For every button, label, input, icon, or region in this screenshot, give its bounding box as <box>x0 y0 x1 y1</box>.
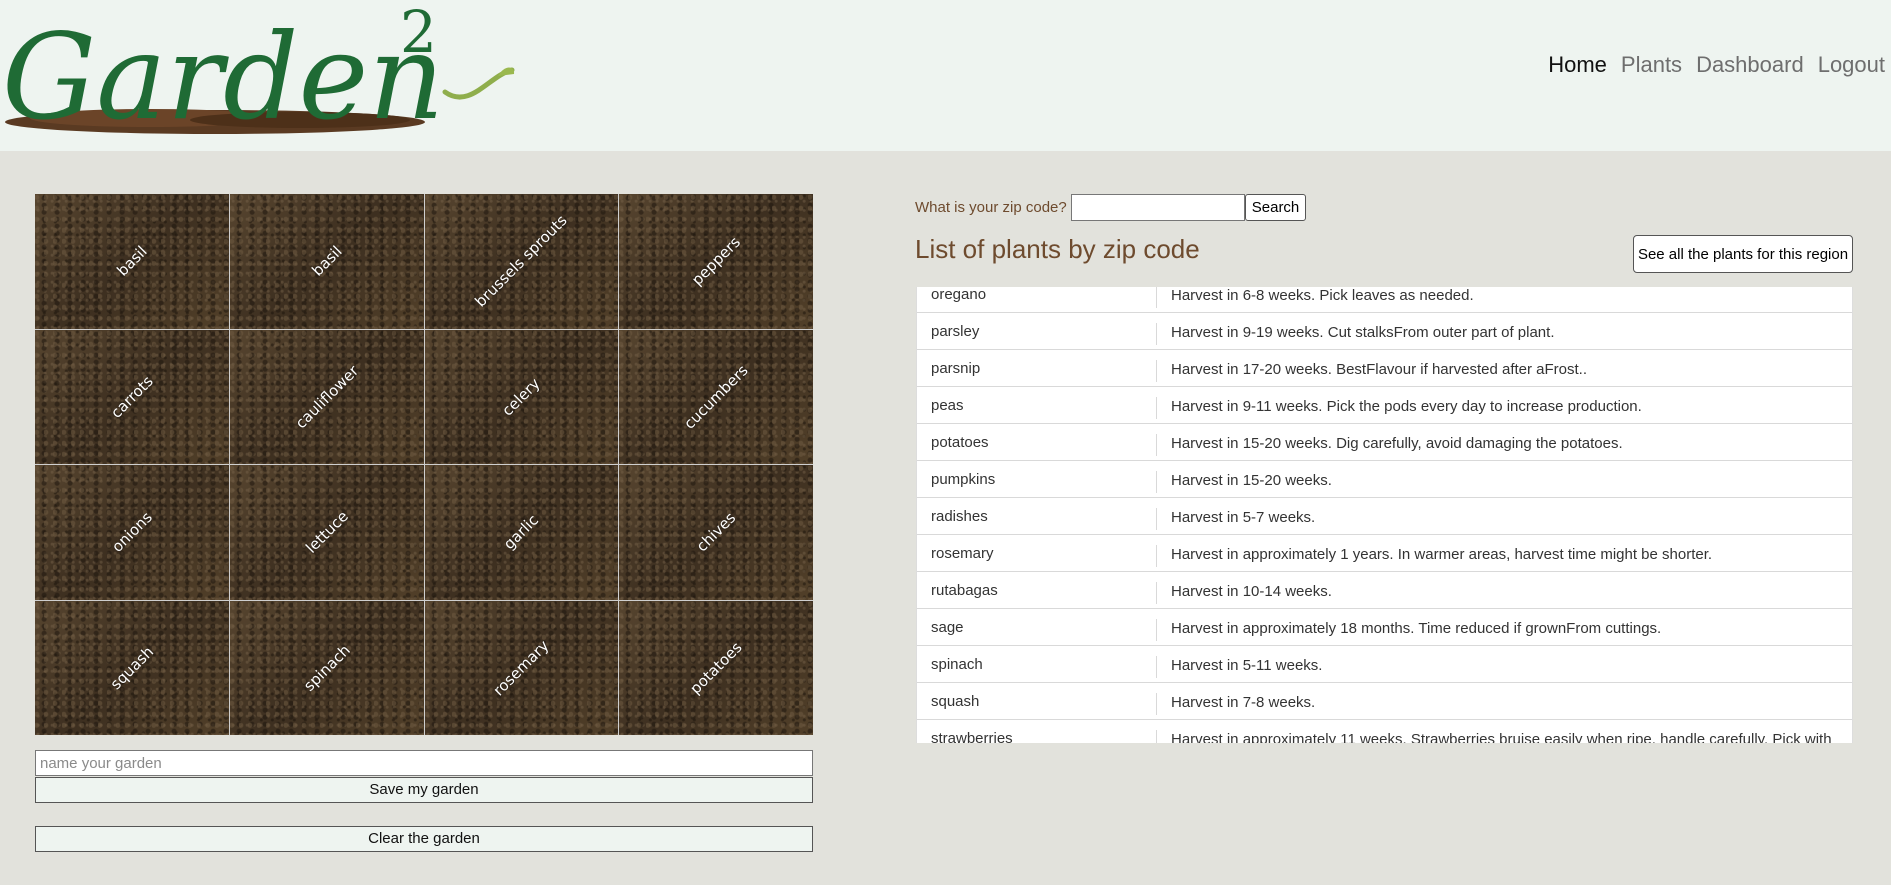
harvest-info-cell: Harvest in 9-19 weeks. Cut stalksFrom ou… <box>1171 324 1555 341</box>
zip-search-form: What is your zip code? Search <box>915 194 1307 221</box>
garden-name-input[interactable] <box>35 750 813 776</box>
table-row: rutabagas Harvest in 10-14 weeks. <box>917 572 1852 609</box>
plant-name-cell: squash <box>917 693 1157 715</box>
garden2-logo[interactable]: Garden 2 <box>0 0 520 140</box>
garden-plot[interactable]: carrots <box>35 329 229 464</box>
zip-label: What is your zip code? <box>915 199 1067 216</box>
plant-name-cell: potatoes <box>917 434 1157 456</box>
table-row: pumpkins Harvest in 15-20 weeks. <box>917 461 1852 498</box>
garden-plot[interactable]: peppers <box>619 194 813 329</box>
garden-plot[interactable]: onions <box>35 465 229 600</box>
clear-garden-button[interactable]: Clear the garden <box>35 826 813 852</box>
plant-name-cell: pumpkins <box>917 471 1157 493</box>
zip-search-button[interactable]: Search <box>1244 194 1307 221</box>
garden-plot[interactable]: brussels sprouts <box>424 194 619 329</box>
harvest-info-cell: Harvest in 17-20 weeks. BestFlavour if h… <box>1171 361 1588 378</box>
plant-name-cell: rosemary <box>917 545 1157 567</box>
svg-text:2: 2 <box>400 0 437 66</box>
svg-text:Garden: Garden <box>2 8 444 140</box>
harvest-info-cell: Harvest in 6-8 weeks. Pick leaves as nee… <box>1171 287 1474 304</box>
plot-label: squash <box>106 642 158 693</box>
harvest-info-cell: Harvest in 15-20 weeks. Dig carefully, a… <box>1171 435 1623 452</box>
plant-name-cell: oregano <box>917 287 1157 308</box>
plant-name-cell: parsnip <box>917 360 1157 382</box>
harvest-info-cell: Harvest in 5-7 weeks. <box>1171 509 1316 526</box>
plot-label: chives <box>692 508 740 556</box>
garden-plot[interactable]: celery <box>424 329 619 464</box>
plot-label: basil <box>113 242 151 280</box>
plant-name-cell: rutabagas <box>917 582 1157 604</box>
plot-label: onions <box>108 508 156 557</box>
site-header: Garden 2 Home Plants Dashboard Logout <box>0 0 1891 151</box>
garden-plot[interactable]: chives <box>619 465 813 600</box>
plot-label: spinach <box>299 640 354 695</box>
garden-plot[interactable]: lettuce <box>229 465 424 600</box>
garden-plot[interactable]: garlic <box>424 465 619 600</box>
harvest-info-cell: Harvest in approximately 18 months. Time… <box>1171 620 1662 637</box>
harvest-info-cell: Harvest in 9-11 weeks. Pick the pods eve… <box>1171 398 1642 415</box>
save-garden-button[interactable]: Save my garden <box>35 777 813 803</box>
table-row: parsnip Harvest in 17-20 weeks. BestFlavo… <box>917 350 1852 387</box>
nav-dashboard-link[interactable]: Dashboard <box>1696 52 1804 78</box>
harvest-info-cell: Harvest in approximately 1 years. In war… <box>1171 546 1713 563</box>
plant-name-cell: strawberries <box>917 730 1157 743</box>
nav-logout-link[interactable]: Logout <box>1818 52 1885 78</box>
plot-label: celery <box>498 374 544 420</box>
plot-label: basil <box>307 242 346 280</box>
table-row: radishes Harvest in 5-7 weeks. <box>917 498 1852 535</box>
table-row: sage Harvest in approximately 18 months. … <box>917 609 1852 646</box>
plant-name-cell: sage <box>917 619 1157 641</box>
table-row: potatoes Harvest in 15-20 weeks. Dig care… <box>917 424 1852 461</box>
nav-plants-link[interactable]: Plants <box>1621 52 1682 78</box>
table-row: oregano Harvest in 6-8 weeks. Pick leaves… <box>917 287 1852 313</box>
plot-label: brussels sprouts <box>471 211 571 311</box>
plant-name-cell: peas <box>917 397 1157 419</box>
garden-plot[interactable]: rosemary <box>424 600 619 735</box>
plant-table[interactable]: oregano Harvest in 6-8 weeks. Pick leaves… <box>916 287 1853 743</box>
garden-plot[interactable]: squash <box>35 600 229 735</box>
table-row: parsley Harvest in 9-19 weeks. Cut stalks… <box>917 313 1852 350</box>
garden-plot[interactable]: cauliflower <box>229 329 424 464</box>
plant-name-cell: spinach <box>917 656 1157 678</box>
plant-list-title: List of plants by zip code <box>915 234 1200 264</box>
table-row: spinach Harvest in 5-11 weeks. <box>917 646 1852 683</box>
plant-name-cell: parsley <box>917 323 1157 345</box>
see-all-plants-button[interactable]: See all the plants for this region <box>1633 235 1853 273</box>
harvest-info-cell: Harvest in 10-14 weeks. <box>1171 583 1332 600</box>
garden-grid: basil basil brussels sprouts peppers car… <box>35 194 813 735</box>
harvest-info-cell: Harvest in approximately 11 weeks. Straw… <box>1171 731 1832 743</box>
plot-label: cauliflower <box>291 361 362 432</box>
garden-plot[interactable]: spinach <box>229 600 424 735</box>
plot-label: garlic <box>500 511 543 554</box>
plot-label: cucumbers <box>680 361 752 433</box>
table-row: rosemary Harvest in approximately 1 years… <box>917 535 1852 572</box>
plot-label: peppers <box>688 233 745 290</box>
zip-input[interactable] <box>1070 194 1245 221</box>
plot-label: lettuce <box>301 507 352 558</box>
garden-plot[interactable]: potatoes <box>619 600 813 735</box>
plot-label: potatoes <box>686 638 746 698</box>
harvest-info-cell: Harvest in 15-20 weeks. <box>1171 472 1332 489</box>
plot-label: carrots <box>107 371 157 422</box>
plant-table-body: oregano Harvest in 6-8 weeks. Pick leaves… <box>917 287 1852 743</box>
plant-name-cell: radishes <box>917 508 1157 530</box>
table-row: strawberries Harvest in approximately 11 … <box>917 720 1852 743</box>
table-row: peas Harvest in 9-11 weeks. Pick the pods… <box>917 387 1852 424</box>
nav-home-link[interactable]: Home <box>1548 52 1607 78</box>
garden-plot[interactable]: cucumbers <box>619 329 813 464</box>
plot-label: rosemary <box>489 636 553 700</box>
table-row: squash Harvest in 7-8 weeks. <box>917 683 1852 720</box>
main-nav: Home Plants Dashboard Logout <box>1534 52 1885 78</box>
garden-plot[interactable]: basil <box>229 194 424 329</box>
harvest-info-cell: Harvest in 5-11 weeks. <box>1171 657 1323 674</box>
harvest-info-cell: Harvest in 7-8 weeks. <box>1171 694 1316 711</box>
garden-plot[interactable]: basil <box>35 194 229 329</box>
